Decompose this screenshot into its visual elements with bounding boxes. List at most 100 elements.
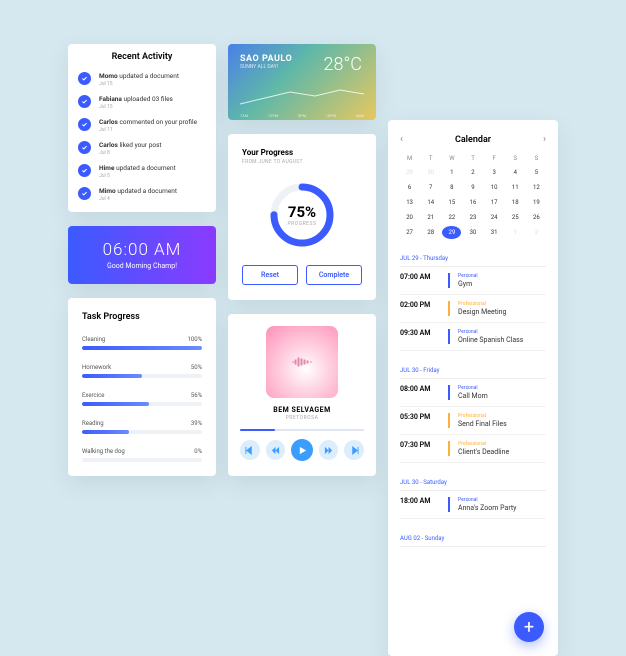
play-button[interactable] — [291, 439, 313, 461]
calendar-day[interactable]: 21 — [421, 211, 440, 224]
calendar-day[interactable]: 1 — [442, 166, 461, 179]
calendar-day[interactable]: 23 — [463, 211, 482, 224]
calendar-day[interactable]: 18 — [506, 196, 525, 209]
progress-percent: 75% — [288, 203, 316, 221]
activity-item[interactable]: Momo updated a documentJul 15 — [78, 68, 206, 91]
event-category: Personal — [458, 385, 546, 391]
calendar-day[interactable]: 19 — [527, 196, 546, 209]
prev-month-button[interactable]: ‹ — [400, 134, 403, 145]
music-player-card: BEM SELVAGEM PRETOROSA — [228, 314, 376, 476]
album-art — [266, 326, 338, 398]
calendar-day[interactable]: 30 — [421, 166, 440, 179]
event-time: 18:00 AM — [400, 497, 440, 512]
task-item: Reading39% — [82, 420, 202, 434]
rewind-button[interactable] — [266, 440, 286, 460]
activity-text: Mimo updated a documentJul 4 — [99, 187, 206, 202]
event-name: Client's Deadline — [458, 448, 546, 456]
task-name: Cleaning — [82, 336, 105, 343]
recent-activity-card: Recent Activity Momo updated a documentJ… — [68, 44, 216, 212]
calendar-day[interactable]: 26 — [527, 211, 546, 224]
greeting-message: Good Morning Champ! — [107, 262, 177, 270]
task-name: Walking the dog — [82, 448, 125, 455]
complete-button[interactable]: Complete — [306, 265, 362, 285]
calendar-day[interactable]: 17 — [485, 196, 504, 209]
task-percent: 0% — [194, 448, 202, 455]
activity-item[interactable]: Carlos commented on your profileJul 11 — [78, 114, 206, 137]
event-name: Design Meeting — [458, 308, 546, 316]
task-name: Reading — [82, 420, 104, 427]
forward-button[interactable] — [319, 440, 339, 460]
activity-item[interactable]: Fabiana uploaded 03 filesJul 15 — [78, 91, 206, 114]
calendar-event[interactable]: 07:00 AMPersonalGym — [400, 267, 546, 295]
activity-text: Fabiana uploaded 03 filesJul 15 — [99, 95, 206, 110]
activity-item[interactable]: Carlos liked your postJul 8 — [78, 137, 206, 160]
task-name: Homework — [82, 364, 111, 371]
calendar-day[interactable]: 27 — [400, 226, 419, 239]
calendar-day[interactable]: 8 — [442, 181, 461, 194]
event-time: 02:00 PM — [400, 301, 440, 316]
activity-text: Carlos liked your postJul 8 — [99, 141, 206, 156]
calendar-day[interactable]: 1 — [506, 226, 525, 239]
calendar-day[interactable]: 24 — [485, 211, 504, 224]
calendar-event[interactable]: 02:00 PMProfessionalDesign Meeting — [400, 295, 546, 323]
calendar-section-header: JUL 30 - Friday — [400, 367, 546, 379]
calendar-event[interactable]: 05:30 PMProfessionalSend Final Files — [400, 407, 546, 435]
calendar-event[interactable]: 09:30 AMPersonalOnline Spanish Class — [400, 323, 546, 351]
calendar-day[interactable]: 30 — [463, 226, 482, 239]
task-item: Cleaning 100% — [82, 336, 202, 350]
seek-bar[interactable] — [240, 429, 364, 431]
calendar-day[interactable]: 5 — [527, 166, 546, 179]
event-category: Personal — [458, 329, 546, 335]
calendar-day[interactable]: 28 — [421, 226, 440, 239]
activity-text: Carlos commented on your profileJul 11 — [99, 118, 206, 133]
calendar-event[interactable]: 07:30 PMProfessionalClient's Deadline — [400, 435, 546, 463]
task-percent: 100% — [187, 336, 202, 343]
calendar-day[interactable]: 15 — [442, 196, 461, 209]
activity-item[interactable]: Mimo updated a documentJul 4 — [78, 183, 206, 206]
next-month-button[interactable]: › — [543, 134, 546, 145]
activity-item[interactable]: Hime updated a documentJul 5 — [78, 160, 206, 183]
calendar-day[interactable]: 4 — [506, 166, 525, 179]
activity-text: Momo updated a documentJul 15 — [99, 72, 206, 87]
task-percent: 50% — [191, 364, 202, 371]
calendar-day[interactable]: 29 — [400, 166, 419, 179]
calendar-day[interactable]: 9 — [463, 181, 482, 194]
calendar-day[interactable]: 31 — [485, 226, 504, 239]
calendar-day[interactable]: 12 — [527, 181, 546, 194]
calendar-day[interactable]: 6 — [400, 181, 419, 194]
calendar-day[interactable]: 22 — [442, 211, 461, 224]
task-item: Walking the dog 0% — [82, 448, 202, 462]
calendar-day[interactable]: 25 — [506, 211, 525, 224]
calendar-day[interactable]: 14 — [421, 196, 440, 209]
check-icon — [78, 118, 91, 131]
calendar-day[interactable]: 2 — [463, 166, 482, 179]
event-category: Professional — [458, 441, 546, 447]
calendar-day[interactable]: 10 — [485, 181, 504, 194]
next-track-button[interactable] — [344, 440, 364, 460]
task-name: Exercice — [82, 392, 104, 399]
progress-label: PROGRESS — [288, 221, 317, 227]
calendar-day[interactable]: 2 — [527, 226, 546, 239]
task-percent: 56% — [191, 392, 202, 399]
add-event-button[interactable]: + — [514, 612, 544, 642]
calendar-card: ‹ Calendar › MTWTFSS 2930123456789101112… — [388, 120, 558, 656]
calendar-day[interactable]: 7 — [421, 181, 440, 194]
waveform-icon — [290, 357, 314, 367]
play-icon — [298, 446, 307, 455]
task-bar — [82, 374, 202, 378]
calendar-day[interactable]: 20 — [400, 211, 419, 224]
calendar-day[interactable]: 13 — [400, 196, 419, 209]
calendar-day[interactable]: 11 — [506, 181, 525, 194]
prev-track-button[interactable] — [240, 440, 260, 460]
calendar-day[interactable]: 29 — [442, 226, 461, 239]
calendar-day[interactable]: 3 — [485, 166, 504, 179]
calendar-event[interactable]: 18:00 AMPersonalAnna's Zoom Party — [400, 491, 546, 519]
task-progress-card: Task Progress Cleaning100%Homework50%Exe… — [68, 298, 216, 476]
track-name: BEM SELVAGEM — [240, 406, 364, 414]
calendar-day[interactable]: 16 — [463, 196, 482, 209]
weather-temp: 28°C — [324, 54, 362, 75]
recent-activity-title: Recent Activity — [68, 44, 216, 68]
calendar-event[interactable]: 08:00 AMPersonalCall Mom — [400, 379, 546, 407]
check-icon — [78, 72, 91, 85]
reset-button[interactable]: Reset — [242, 265, 298, 285]
